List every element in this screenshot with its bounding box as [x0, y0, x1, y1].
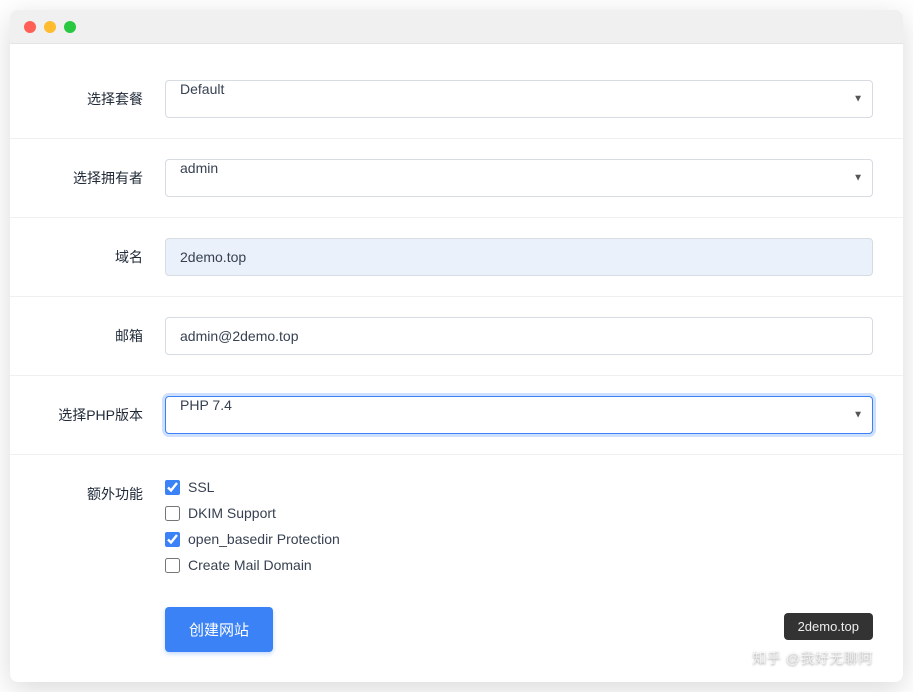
checkbox-dkim[interactable]	[165, 506, 180, 521]
checkbox-maildomain[interactable]	[165, 558, 180, 573]
select-package-value: Default	[180, 81, 224, 97]
row-domain: 域名	[10, 218, 903, 297]
submit-button[interactable]: 创建网站	[165, 607, 273, 652]
label-extras: 额外功能	[10, 475, 165, 504]
submit-row: 创建网站	[10, 593, 903, 652]
label-php: 选择PHP版本	[10, 396, 165, 425]
checkbox-ssl-label: SSL	[188, 479, 214, 495]
watermark-text: 知乎 @我好无聊阿	[752, 648, 873, 668]
titlebar	[10, 10, 903, 44]
checkbox-list: SSL DKIM Support open_basedir Protection…	[165, 475, 873, 573]
label-owner: 选择拥有者	[10, 159, 165, 188]
select-package-wrap: Default ▼	[165, 80, 873, 118]
row-owner: 选择拥有者 admin ▼	[10, 139, 903, 218]
label-domain: 域名	[10, 238, 165, 267]
checkbox-openbasedir-label: open_basedir Protection	[188, 531, 340, 547]
row-extras: 额外功能 SSL DKIM Support open_basedir Prote…	[10, 455, 903, 593]
checkbox-maildomain-label: Create Mail Domain	[188, 557, 312, 573]
form-body: 选择套餐 Default ▼ 选择拥有者 admin ▼	[10, 44, 903, 682]
maximize-window-icon[interactable]	[64, 21, 76, 33]
select-owner-wrap: admin ▼	[165, 159, 873, 197]
select-owner[interactable]: admin	[165, 159, 873, 197]
checkbox-dkim-label: DKIM Support	[188, 505, 276, 521]
checkbox-maildomain-item[interactable]: Create Mail Domain	[165, 557, 873, 573]
label-email: 邮箱	[10, 317, 165, 346]
row-package: 选择套餐 Default ▼	[10, 60, 903, 139]
checkbox-openbasedir[interactable]	[165, 532, 180, 547]
select-php-value: PHP 7.4	[180, 397, 232, 413]
label-package: 选择套餐	[10, 80, 165, 109]
minimize-window-icon[interactable]	[44, 21, 56, 33]
select-package[interactable]: Default	[165, 80, 873, 118]
checkbox-dkim-item[interactable]: DKIM Support	[165, 505, 873, 521]
select-php[interactable]: PHP 7.4	[165, 396, 873, 434]
close-window-icon[interactable]	[24, 21, 36, 33]
input-domain[interactable]	[165, 238, 873, 276]
checkbox-ssl[interactable]	[165, 480, 180, 495]
row-php: 选择PHP版本 PHP 7.4 ▼	[10, 376, 903, 455]
status-badge: 2demo.top	[784, 613, 873, 640]
input-email[interactable]	[165, 317, 873, 355]
checkbox-ssl-item[interactable]: SSL	[165, 479, 873, 495]
checkbox-openbasedir-item[interactable]: open_basedir Protection	[165, 531, 873, 547]
select-owner-value: admin	[180, 160, 218, 176]
select-php-wrap: PHP 7.4 ▼	[165, 396, 873, 434]
window: 选择套餐 Default ▼ 选择拥有者 admin ▼	[10, 10, 903, 682]
row-email: 邮箱	[10, 297, 903, 376]
